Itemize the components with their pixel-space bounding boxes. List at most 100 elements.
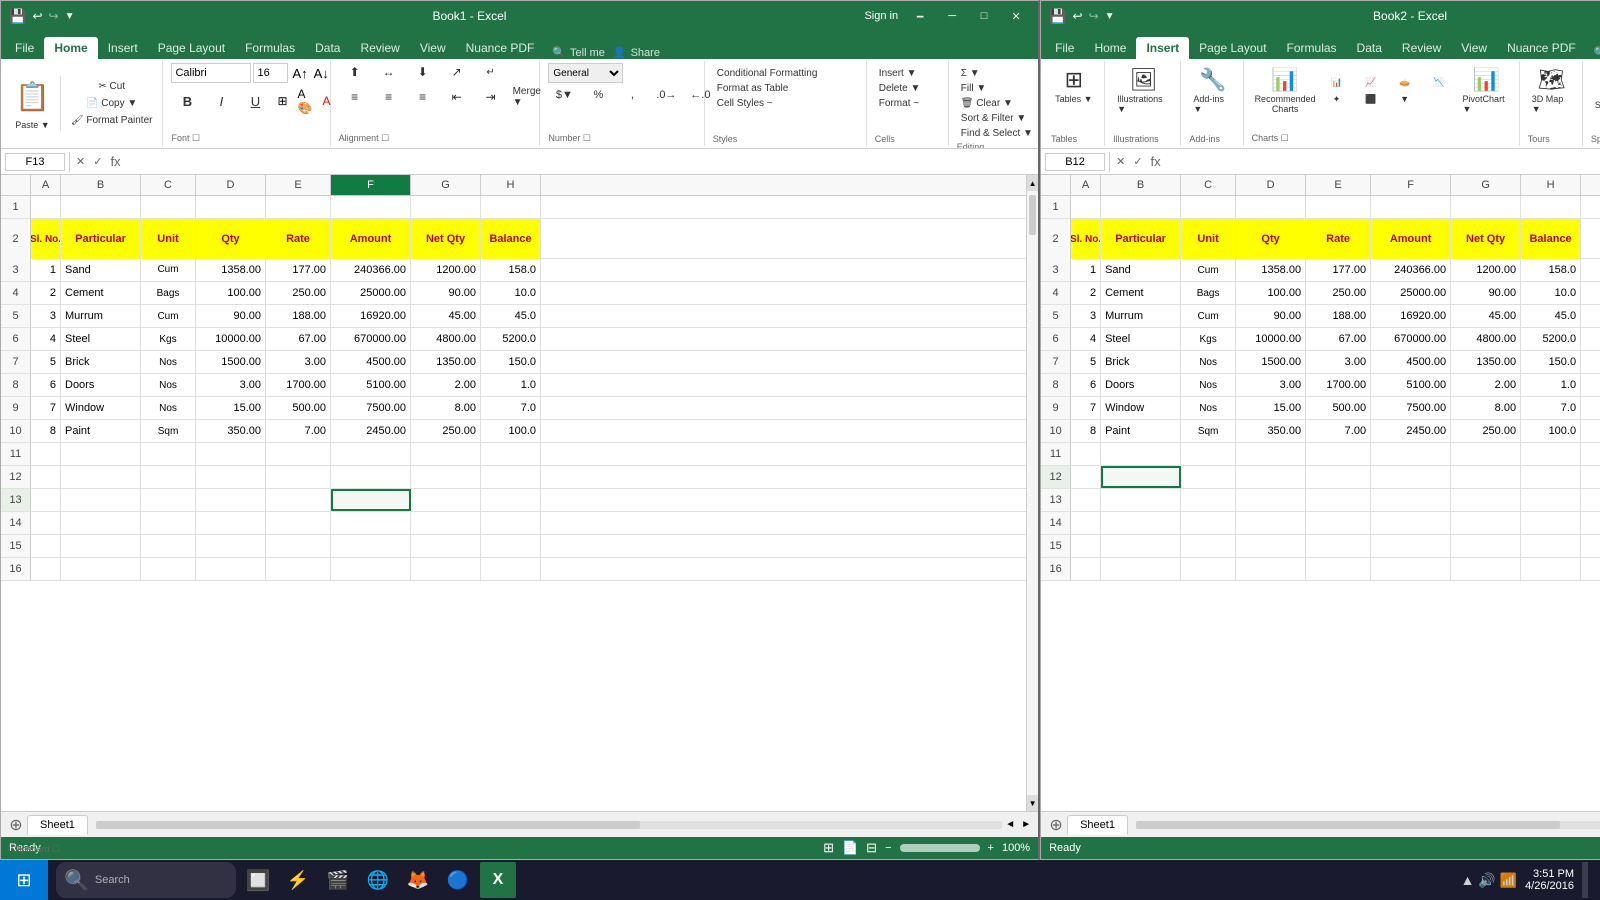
cell-e10-book1[interactable]: 7.00 bbox=[266, 420, 331, 442]
conditional-formatting-btn[interactable]: Conditional Formatting bbox=[713, 67, 822, 80]
zoom-slider[interactable] bbox=[900, 844, 980, 852]
col-header-c-book2[interactable]: C bbox=[1181, 175, 1236, 195]
format-painter-btn[interactable]: 🖌 Format Painter bbox=[67, 113, 157, 128]
cell-b5-book1[interactable]: Murrum bbox=[61, 305, 141, 327]
taskbar-firefox-icon[interactable]: 🦊 bbox=[400, 862, 436, 898]
tab-view-book2[interactable]: View bbox=[1451, 37, 1497, 59]
sort-filter-btn[interactable]: Sort & Filter ▼ bbox=[957, 112, 1037, 125]
taskbar-media-icon[interactable]: 🎬 bbox=[320, 862, 356, 898]
wrap-text-btn[interactable]: ↵ bbox=[475, 65, 507, 80]
cell-d7-book1[interactable]: 1500.00 bbox=[196, 351, 266, 373]
3d-map-btn[interactable]: 🗺 3D Map ▼ bbox=[1528, 63, 1576, 118]
cell-f2-book1[interactable]: Amount bbox=[331, 219, 411, 259]
cell-g5-book1[interactable]: 45.00 bbox=[411, 305, 481, 327]
format-as-table-btn[interactable]: Format as Table bbox=[713, 82, 822, 95]
h-scrollbar-book1[interactable] bbox=[96, 819, 1002, 831]
cell-a9-book1[interactable]: 7 bbox=[31, 397, 61, 419]
cell-styles-btn[interactable]: Cell Styles ~ bbox=[713, 97, 822, 110]
scroll-thumb[interactable] bbox=[1029, 195, 1036, 235]
col-header-g-book1[interactable]: G bbox=[411, 175, 481, 195]
cell-f10-book1[interactable]: 2450.00 bbox=[331, 420, 411, 442]
minimize-btn[interactable]: ─ bbox=[938, 6, 966, 26]
clear-btn[interactable]: 🗑 Clear ▼ bbox=[957, 97, 1017, 110]
cell-d9-book1[interactable]: 15.00 bbox=[196, 397, 266, 419]
cell-g10-book1[interactable]: 250.00 bbox=[411, 420, 481, 442]
tab-nuance-book1[interactable]: Nuance PDF bbox=[456, 37, 545, 59]
cell-c1-book1[interactable] bbox=[141, 196, 196, 218]
scatter-chart-btn[interactable]: ✦ bbox=[1321, 92, 1353, 107]
tab-file-book2[interactable]: File bbox=[1045, 37, 1084, 59]
col-header-f-book1[interactable]: F bbox=[331, 175, 411, 195]
comma-btn[interactable]: , bbox=[616, 87, 648, 103]
cell-c9-book1[interactable]: Nos bbox=[141, 397, 196, 419]
save-icon-book2[interactable]: 💾 bbox=[1049, 8, 1066, 25]
cell-h2-book1[interactable]: Balance bbox=[481, 219, 541, 259]
col-header-g-book2[interactable]: G bbox=[1451, 175, 1521, 195]
undo-icon-book2[interactable]: ↩ bbox=[1073, 9, 1083, 23]
cell-a4-book1[interactable]: 2 bbox=[31, 282, 61, 304]
cancel-formula-icon[interactable]: ✕ bbox=[74, 155, 87, 168]
tab-home-book2[interactable]: Home bbox=[1084, 37, 1136, 59]
cell-a1-book1[interactable] bbox=[31, 196, 61, 218]
cell-g4-book1[interactable]: 90.00 bbox=[411, 282, 481, 304]
tab-home-book1[interactable]: Home bbox=[44, 37, 97, 59]
h-scrollbar-book2[interactable] bbox=[1136, 819, 1600, 831]
col-header-e-book2[interactable]: E bbox=[1306, 175, 1371, 195]
undo-icon[interactable]: ↩ bbox=[32, 9, 42, 23]
fill-btn[interactable]: Fill ▼ bbox=[957, 82, 1017, 95]
insert-function-icon-book2[interactable]: fx bbox=[1149, 154, 1163, 169]
cell-d4-book1[interactable]: 100.00 bbox=[196, 282, 266, 304]
start-button[interactable]: ⊞ bbox=[0, 860, 48, 900]
cell-d6-book1[interactable]: 10000.00 bbox=[196, 328, 266, 350]
sheet-tab-1-book1[interactable]: Sheet1 bbox=[27, 815, 88, 835]
format-cells-btn[interactable]: Format ~ bbox=[875, 97, 925, 110]
cell-f7-book1[interactable]: 4500.00 bbox=[331, 351, 411, 373]
cell-b2-book1[interactable]: Particular bbox=[61, 219, 141, 259]
cell-b1-book1[interactable] bbox=[61, 196, 141, 218]
cell-d10-book1[interactable]: 350.00 bbox=[196, 420, 266, 442]
more-charts-btn[interactable]: ▼ bbox=[1389, 92, 1421, 106]
zoom-out-btn[interactable]: − bbox=[885, 842, 891, 854]
sheet-tab-1-book2[interactable]: Sheet1 bbox=[1067, 815, 1128, 835]
cell-g1-book1[interactable] bbox=[411, 196, 481, 218]
col-header-h-book2[interactable]: H bbox=[1521, 175, 1581, 195]
cell-c3-book1[interactable]: Cum bbox=[141, 259, 196, 281]
customize-icon[interactable]: ▼ bbox=[65, 11, 75, 22]
show-desktop-btn[interactable] bbox=[1582, 862, 1588, 898]
cell-a2-book1[interactable]: Sl. No. bbox=[31, 219, 61, 259]
tell-me-book1[interactable]: 🔍Tell me bbox=[552, 46, 605, 59]
cell-f4-book1[interactable]: 25000.00 bbox=[331, 282, 411, 304]
tab-view-book1[interactable]: View bbox=[410, 37, 456, 59]
italic-btn[interactable]: I bbox=[205, 93, 237, 110]
cell-g7-book1[interactable]: 1350.00 bbox=[411, 351, 481, 373]
scroll-left-btn-book1[interactable]: ◄ bbox=[1002, 819, 1018, 830]
cell-b3-book1[interactable]: Sand bbox=[61, 259, 141, 281]
sum-btn[interactable]: Σ ▼ bbox=[957, 67, 1017, 80]
pie-chart-btn[interactable]: 🥧 bbox=[1389, 75, 1421, 90]
col-header-d-book2[interactable]: D bbox=[1236, 175, 1306, 195]
taskbar-time[interactable]: 3:51 PM 4/26/2016 bbox=[1525, 868, 1574, 892]
taskbar-chrome-icon[interactable]: 🔵 bbox=[440, 862, 476, 898]
taskbar-task-view[interactable]: 🔲 bbox=[240, 862, 276, 898]
cell-c5-book1[interactable]: Cum bbox=[141, 305, 196, 327]
cell-name-box-book1[interactable] bbox=[5, 153, 65, 171]
cell-h5-book1[interactable]: 45.0 bbox=[481, 305, 541, 327]
col-header-e-book1[interactable]: E bbox=[266, 175, 331, 195]
indent-inc-btn[interactable]: ⇥ bbox=[475, 88, 507, 106]
zoom-in-btn[interactable]: + bbox=[988, 842, 994, 854]
taskbar-browser-ie-icon[interactable]: 🌐 bbox=[360, 862, 396, 898]
h-scroll-thumb-book2[interactable] bbox=[1136, 821, 1560, 829]
cell-e8-book1[interactable]: 1700.00 bbox=[266, 374, 331, 396]
cell-f9-book1[interactable]: 7500.00 bbox=[331, 397, 411, 419]
illustrations-btn[interactable]: 🖼 Illustrations ▼ bbox=[1113, 63, 1174, 118]
add-sheet-btn-book1[interactable]: ⊕ bbox=[5, 814, 27, 836]
tab-insert-book2[interactable]: Insert bbox=[1136, 37, 1189, 59]
font-increase-btn[interactable]: A↑ bbox=[290, 66, 309, 81]
cell-c7-book1[interactable]: Nos bbox=[141, 351, 196, 373]
delete-cells-btn[interactable]: Delete ▼ bbox=[875, 82, 925, 95]
cell-d2-book1[interactable]: Qty bbox=[196, 219, 266, 259]
tab-nuance-book2[interactable]: Nuance PDF bbox=[1497, 37, 1586, 59]
cell-c8-book1[interactable]: Nos bbox=[141, 374, 196, 396]
tab-review-book2[interactable]: Review bbox=[1392, 37, 1451, 59]
customize-icon-book2[interactable]: ▼ bbox=[1105, 11, 1115, 22]
